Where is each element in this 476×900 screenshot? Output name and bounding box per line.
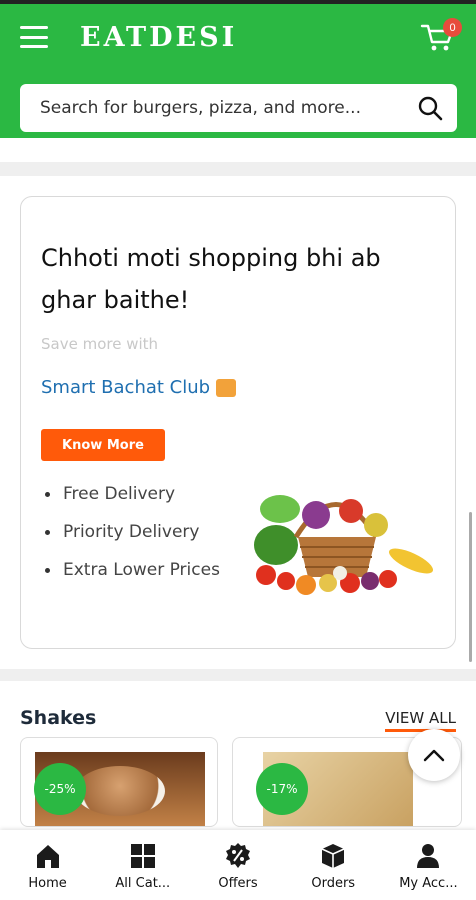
nav-label: All Cat... [115, 876, 171, 891]
box-icon [321, 844, 345, 868]
nav-my-account[interactable]: My Acc... [381, 830, 476, 900]
grid-icon [130, 844, 155, 868]
club-name-text: Smart Bachat Club [41, 377, 211, 398]
vegetable-basket-image [254, 495, 434, 595]
nav-all-categories[interactable]: All Cat... [95, 830, 190, 900]
nav-label: Offers [218, 876, 258, 891]
nav-orders[interactable]: Orders [286, 830, 381, 900]
view-all-link[interactable]: VIEW ALL [385, 709, 456, 732]
promo-title: Chhoti moti shopping bhi ab ghar baithe! [41, 244, 381, 314]
menu-icon[interactable] [20, 26, 48, 48]
cart-count-badge: 0 [443, 18, 462, 37]
home-icon [36, 845, 59, 868]
smart-bachat-promo-card: Chhoti moti shopping bhi ab ghar baithe!… [20, 196, 456, 649]
nav-offers[interactable]: Offers [190, 830, 285, 900]
divider [0, 162, 476, 176]
cart-icon[interactable]: 0 [420, 18, 462, 52]
tea-cup-icon [75, 766, 165, 816]
spacer [0, 138, 476, 162]
search-icon[interactable] [417, 95, 443, 121]
benefits-list: Free Delivery Priority Delivery Extra Lo… [41, 479, 231, 593]
club-badge-icon [216, 378, 237, 397]
promo-subtitle: Save more with [41, 335, 159, 353]
bottom-navigation: Home All Cat... Offers Orders My Acc... [0, 830, 476, 900]
product-carousel: -25% -17% [0, 729, 476, 827]
nav-home[interactable]: Home [0, 830, 95, 900]
shakes-section-header: Shakes VIEW ALL [0, 681, 476, 737]
spacer [0, 649, 476, 669]
benefit-item: Free Delivery [41, 479, 231, 509]
discount-badge: -25% [34, 763, 86, 815]
chevron-up-icon [423, 749, 445, 762]
user-icon [417, 844, 440, 868]
search-bar[interactable] [20, 84, 457, 132]
offer-icon [226, 843, 250, 868]
nav-label: My Acc... [399, 876, 458, 891]
benefit-item: Priority Delivery [41, 517, 231, 547]
search-input[interactable] [40, 98, 417, 118]
section-title: Shakes [20, 707, 97, 729]
know-more-button[interactable]: Know More [41, 429, 165, 461]
nav-label: Orders [311, 876, 356, 891]
app-logo[interactable]: EATDESI [80, 22, 237, 53]
app-header: EATDESI 0 [0, 4, 476, 138]
divider [0, 669, 476, 681]
scroll-to-top-button[interactable] [408, 729, 460, 781]
scrollbar[interactable] [469, 512, 472, 662]
club-name: Smart Bachat Club [41, 377, 237, 398]
nav-label: Home [28, 876, 67, 891]
discount-badge: -17% [256, 763, 308, 815]
benefit-item: Extra Lower Prices [41, 555, 231, 585]
